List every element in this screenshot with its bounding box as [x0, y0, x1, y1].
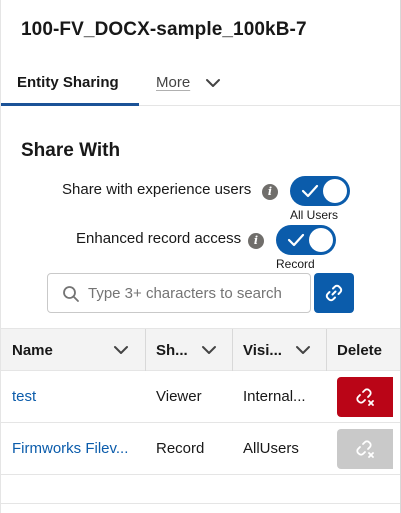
info-icon[interactable]: i [262, 184, 278, 200]
tab-entity-sharing[interactable]: Entity Sharing [1, 62, 139, 106]
column-header-share[interactable]: Sh... [156, 329, 188, 371]
share-experience-users-label: Share with experience users [62, 181, 252, 198]
share-name-link[interactable]: test [12, 388, 137, 405]
share-visibility: Internal... [243, 388, 306, 405]
table-row: Firmworks Filev... Record AllUsers [1, 423, 400, 475]
share-with-heading: Share With [21, 140, 121, 161]
delete-share-button[interactable] [337, 377, 393, 417]
share-experience-users-toggle[interactable] [290, 176, 350, 206]
info-icon[interactable]: i [248, 233, 264, 249]
share-experience-users-caption: All Users [290, 208, 339, 222]
table-row: test Viewer Internal... [1, 371, 400, 423]
column-divider[interactable] [232, 329, 233, 371]
share-level: Record [156, 440, 205, 457]
delete-share-button[interactable] [337, 429, 393, 469]
column-header-visibility[interactable]: Visi... [243, 329, 282, 371]
share-name-link[interactable]: Firmworks Filev... [12, 440, 140, 457]
toggle-knob [309, 228, 333, 252]
search-input[interactable] [88, 282, 306, 304]
column-header-name[interactable]: Name [12, 329, 53, 371]
record-title: 100-FV_DOCX-sample_100kB-7 [21, 19, 307, 40]
search-icon [63, 286, 79, 302]
check-icon [287, 233, 305, 247]
share-visibility: AllUsers [243, 440, 299, 457]
enhanced-record-access-caption: Record [276, 257, 315, 271]
search-box [47, 273, 311, 313]
tab-bar: Entity Sharing More [1, 62, 400, 106]
link-icon [325, 284, 343, 302]
add-share-link-button[interactable] [314, 273, 354, 313]
unlink-icon [356, 388, 374, 406]
chevron-down-icon[interactable] [201, 344, 217, 356]
enhanced-record-access-label: Enhanced record access [76, 230, 242, 247]
chevron-down-icon[interactable] [113, 344, 129, 356]
column-header-delete: Delete [337, 342, 383, 359]
column-divider[interactable] [145, 329, 146, 371]
toggle-knob [323, 179, 347, 203]
table-header: Name Sh... Visi... Delete [1, 328, 400, 371]
panel-footer-divider [1, 503, 400, 504]
chevron-down-icon[interactable] [205, 77, 221, 89]
column-divider[interactable] [326, 329, 327, 371]
chevron-down-icon[interactable] [295, 344, 311, 356]
share-level: Viewer [156, 388, 202, 405]
entity-sharing-panel: 100-FV_DOCX-sample_100kB-7 Entity Sharin… [0, 0, 401, 513]
check-icon [301, 184, 319, 198]
enhanced-record-access-toggle[interactable] [276, 225, 336, 255]
tab-more[interactable]: More [156, 74, 190, 91]
unlink-icon [356, 440, 374, 458]
